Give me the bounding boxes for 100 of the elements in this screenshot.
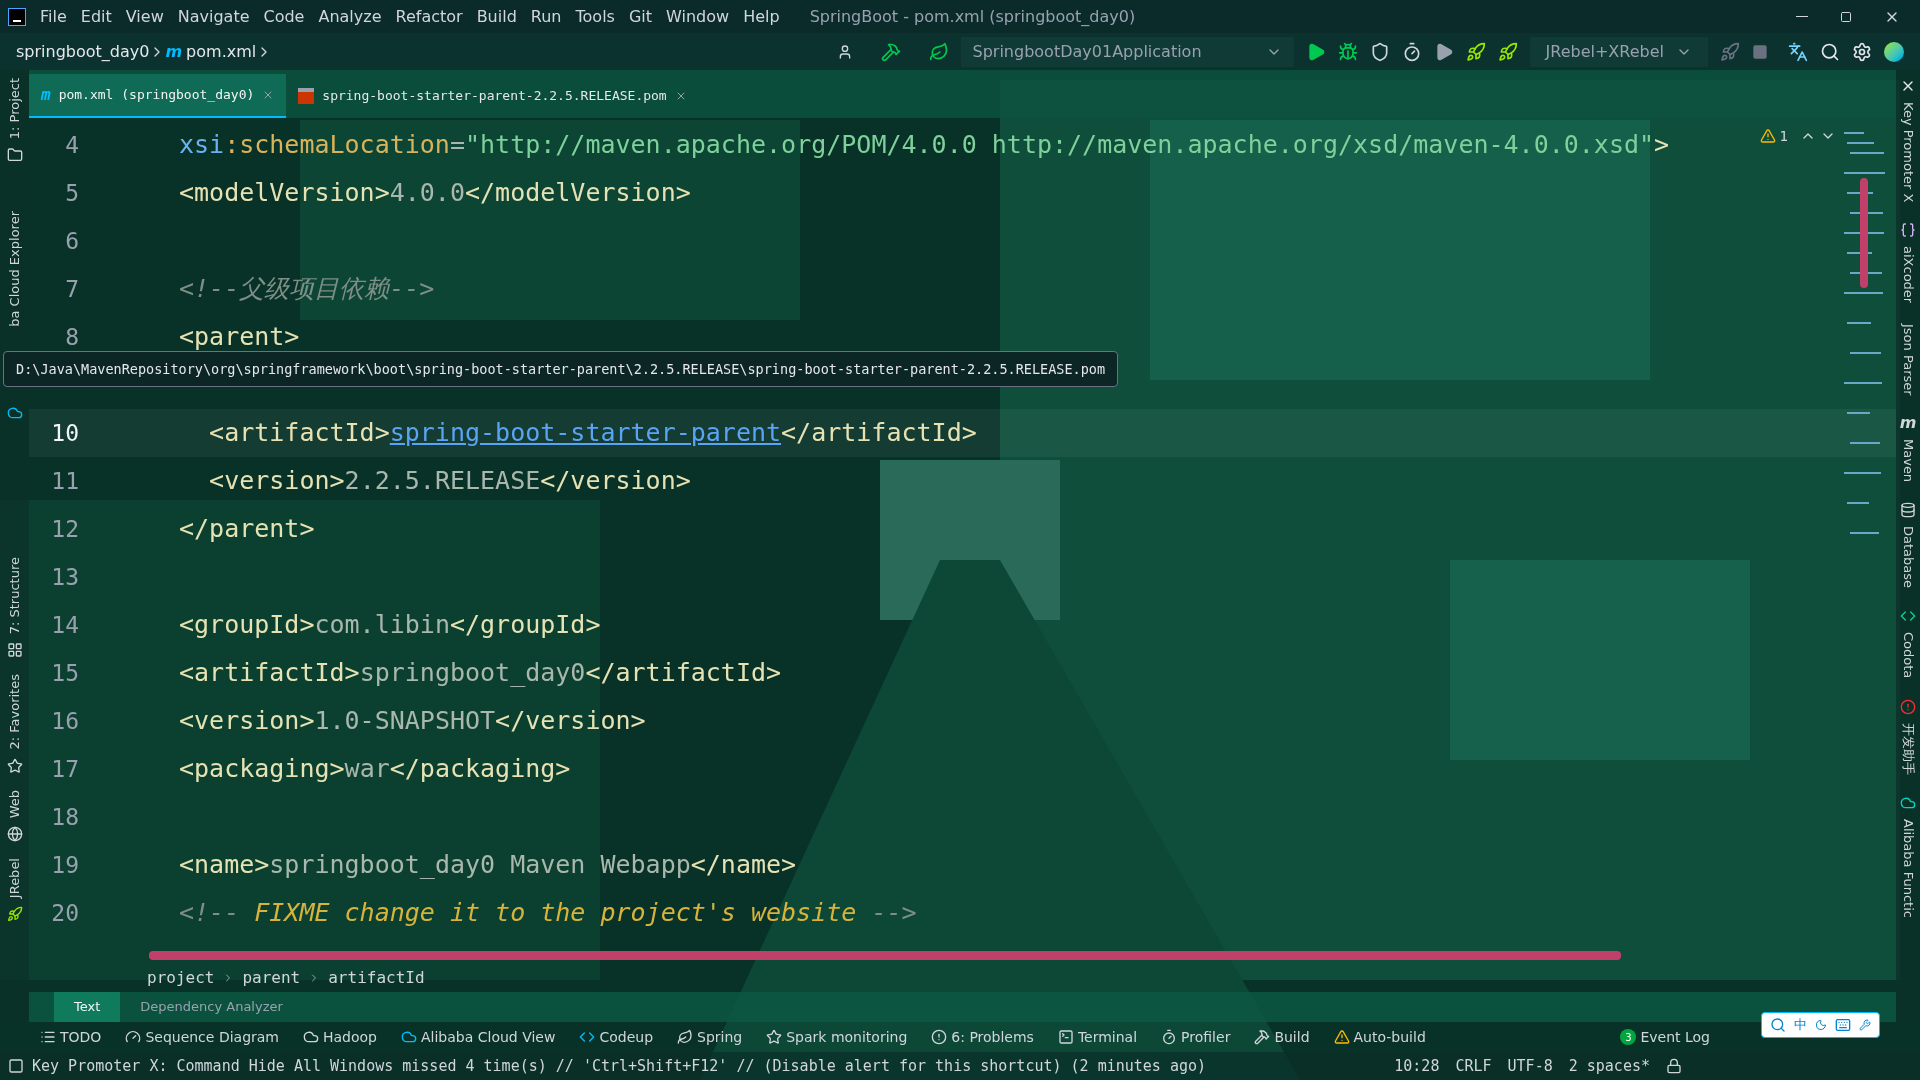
tool-window-button[interactable]: Spring [677,1026,743,1048]
folder-icon [6,147,23,164]
build-icon[interactable] [880,41,901,62]
line-number: 5 [64,179,79,208]
tool-window-button[interactable]: Alibaba Cloud View [401,1026,556,1048]
tool-window-label: 开发助手 [1899,722,1917,775]
rocket-icon [6,906,23,923]
database-icon [1900,502,1916,519]
tool-window-button[interactable]: 6: Problems [931,1026,1034,1048]
tool-window-button[interactable]: Terminal [1057,1026,1138,1048]
code-link[interactable]: spring-boot-starter-parent [389,409,782,457]
debug-icon[interactable] [1337,41,1358,62]
menu-item[interactable]: Analyze [318,4,382,29]
code-token: xsi [179,129,225,161]
code-token: <artifactId> [179,657,360,689]
menu-item[interactable]: Edit [80,4,112,29]
hammer-icon [1254,1029,1271,1045]
menu-item[interactable]: Git [628,4,653,29]
tool-window-button[interactable]: Spark monitoring [766,1026,908,1048]
structure-icon [6,642,23,659]
tool-window-button[interactable]: Sequence Diagram [125,1026,279,1048]
code-token: </name> [690,849,797,881]
tool-window-label: Web [5,789,23,819]
breadcrumb-item[interactable]: parent [242,966,301,990]
menu-item[interactable]: View [125,4,164,29]
settings-icon[interactable] [1852,41,1872,62]
menu-item[interactable]: Help [743,4,780,29]
codeup-icon [579,1029,596,1045]
rocket-icon[interactable] [1497,41,1518,62]
code-token: <artifactId> [208,417,390,449]
menu-item[interactable]: Tools [575,4,615,29]
rocket-icon[interactable] [1465,41,1486,62]
editor-mode-tab[interactable]: Dependency Analyzer [120,992,303,1022]
window-icon [8,1058,24,1074]
code-token: com.libin [314,609,450,641]
tool-window-label: 2: Favorites [5,674,23,750]
editor-mode-tab[interactable]: Text [54,992,121,1022]
code-token: 1.0-SNAPSHOT [314,705,496,737]
scrollbar[interactable] [1860,178,1868,288]
warning-icon [1333,1029,1350,1045]
tool-window-label: ba Cloud Explorer [5,211,23,327]
search-icon[interactable] [1820,41,1840,62]
warning-counter[interactable]: 1 [1759,128,1836,144]
wrench-icon [1859,1019,1871,1031]
line-number: 13 [50,563,79,592]
rebel-config-dropdown[interactable]: JRebel+XRebel [1529,36,1708,67]
menu-item[interactable]: File [40,4,67,29]
ime-label: 中 [1794,1016,1807,1035]
stop-icon[interactable] [1752,43,1768,60]
event-log-button[interactable]: 3 Event Log [1620,1026,1710,1048]
tool-window-button[interactable]: Codeup [579,1026,654,1048]
helper-icon [1900,698,1916,715]
code-token: "http://maven.apache.org/POM/4.0.0 http://maven.apache.org/xsd/maven-4.0.0.xsd" [465,129,1655,161]
code-token: FIXME change it to the project's website [254,897,857,929]
line-number: 15 [50,659,79,688]
code-token: </version> [495,705,646,737]
editor-tab[interactable]: spring-boot-starter-parent-2.2.5.RELEASE.pom [286,74,699,118]
window-title: SpringBoot - pom.xml (springboot_day0) [809,5,1136,28]
line-number: 12 [50,515,79,544]
line-number: 14 [50,611,79,640]
line-number: 17 [50,755,79,784]
maven-icon: m [165,39,183,64]
menu-item[interactable]: Code [263,4,305,29]
profiler-icon [1161,1029,1178,1045]
run-config-dropdown[interactable]: SpringbootDay01Application [960,36,1294,67]
tool-window-button[interactable]: Profiler [1161,1026,1231,1048]
tool-window-label: Key Promoter X [1899,102,1917,203]
breadcrumb-item[interactable]: pom.xml [186,39,257,64]
status-item[interactable]: 10:28 [1394,1054,1440,1078]
terminal-icon [1057,1029,1074,1045]
scrollbar[interactable] [149,951,1621,960]
star-icon [766,1029,783,1045]
tool-window-button[interactable]: Hadoop [303,1026,377,1048]
menu-item[interactable]: Build [476,4,517,29]
status-item[interactable]: CRLF [1455,1054,1492,1078]
tool-window-button[interactable]: Auto-build [1333,1026,1426,1048]
menu-item[interactable]: Refactor [395,4,463,29]
breadcrumb-item[interactable]: project [147,966,215,990]
breadcrumb-item[interactable]: artifactId [328,966,425,990]
code-token: :schemaLocation [224,129,450,161]
tool-window-label: 1: Project [5,78,23,140]
tool-window-button[interactable]: Build [1254,1026,1310,1048]
input-method-toolbar[interactable]: 中 [1761,1012,1880,1038]
editor-tab[interactable]: m pom.xml (springboot_day0) [29,74,287,118]
menu-item[interactable]: Window [666,4,730,29]
code-token: <modelVersion> [179,177,390,209]
breadcrumb-item[interactable]: springboot_day0 [16,39,150,64]
globe-icon [6,826,23,843]
code-token: </artifactId> [781,417,977,449]
path-tooltip: D:\Java\MavenRepository\org\springframework\boot\spring-boot-starter-parent\2.2.5.RELEASE\spring-boot-starter-parent-2.2.5.RELEASE.pom [3,351,1119,388]
menu-item[interactable]: Run [530,4,562,29]
translate-icon[interactable] [1788,41,1808,62]
spring-icon[interactable] [928,41,949,62]
code-token: </parent> [179,513,315,545]
tool-window-button[interactable]: TODO [40,1026,102,1048]
restore-icon[interactable] [1840,10,1852,23]
status-item[interactable]: 2 spaces* [1568,1054,1650,1078]
status-item[interactable]: UTF-8 [1507,1054,1553,1078]
menu-item[interactable]: Navigate [177,4,250,29]
list-icon [40,1029,56,1045]
